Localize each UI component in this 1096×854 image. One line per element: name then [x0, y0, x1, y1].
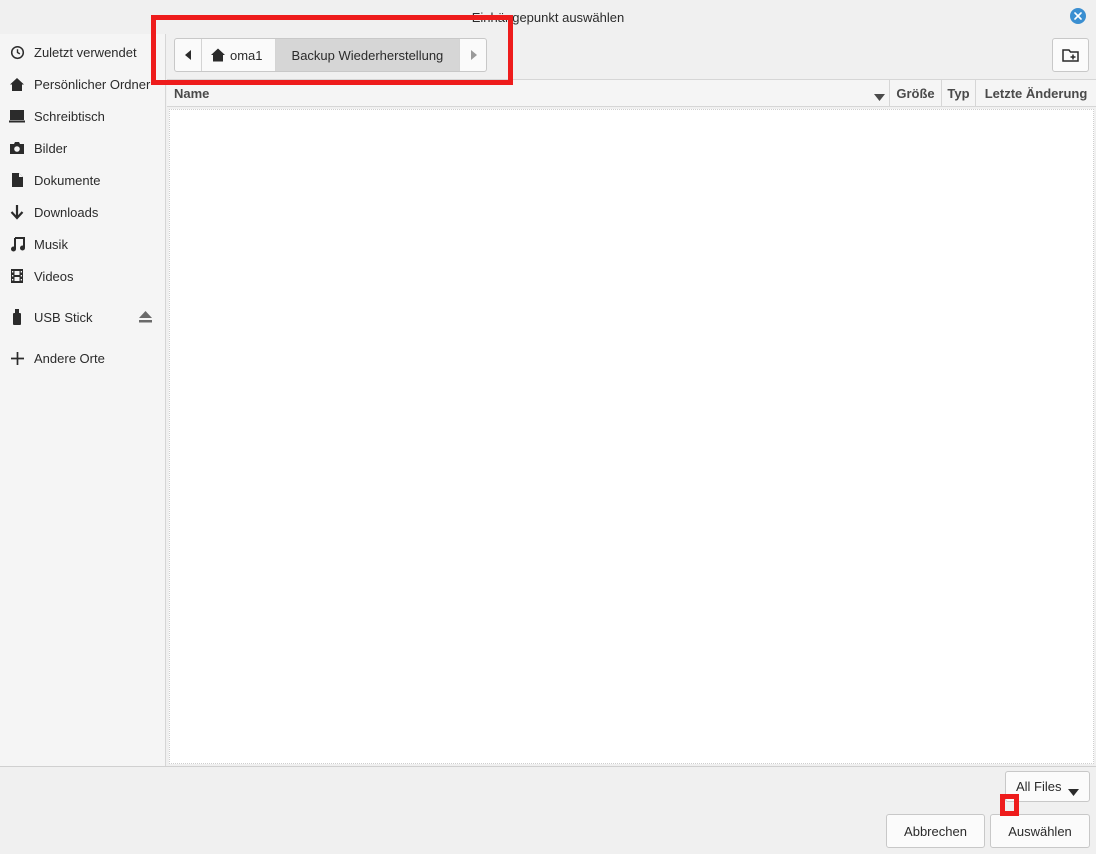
- usb-icon: [9, 308, 25, 325]
- sidebar-item-label: Schreibtisch: [34, 108, 105, 124]
- column-header-modified[interactable]: Letzte Änderung: [975, 80, 1096, 107]
- sidebar-item-label: Dokumente: [34, 172, 101, 188]
- title-bar: Einhängepunkt auswählen: [0, 0, 1096, 34]
- close-button[interactable]: [1070, 8, 1086, 24]
- path-segment-home[interactable]: oma1: [202, 39, 276, 71]
- column-header-name[interactable]: Name: [174, 80, 888, 107]
- sidebar-item-videos[interactable]: Videos: [0, 261, 166, 291]
- sidebar-item-label: Videos: [34, 268, 74, 284]
- file-filter-value: All Files: [1016, 779, 1062, 794]
- path-segment-label: oma1: [230, 47, 263, 63]
- path-bar: oma1 Backup Wiederherstellung: [174, 38, 488, 72]
- column-header-size[interactable]: Größe: [889, 80, 941, 107]
- sidebar-item-home[interactable]: Persönlicher Ordner: [0, 69, 166, 99]
- sidebar-item-label: Zuletzt verwendet: [34, 44, 137, 60]
- plus-icon: [9, 350, 25, 366]
- sidebar-item-pictures[interactable]: Bilder: [0, 133, 166, 163]
- home-icon: [9, 76, 25, 92]
- clock-icon: [9, 44, 25, 60]
- cancel-button-label: Abbrechen: [904, 823, 967, 839]
- home-icon: [210, 47, 226, 63]
- file-filter-dropdown[interactable]: All Files: [1005, 771, 1090, 802]
- eject-icon[interactable]: [138, 310, 152, 324]
- close-icon: [1074, 12, 1082, 20]
- sidebar-item-usb-stick[interactable]: USB Stick: [0, 302, 166, 332]
- sidebar-item-music[interactable]: Musik: [0, 229, 166, 259]
- window-title: Einhängepunkt auswählen: [471, 9, 625, 25]
- sidebar-item-downloads[interactable]: Downloads: [0, 197, 166, 227]
- path-segment-label: Backup Wiederherstellung: [291, 47, 444, 63]
- sidebar-item-label: Andere Orte: [34, 350, 105, 366]
- chevron-down-icon: [1068, 784, 1079, 799]
- sidebar-item-desktop[interactable]: Schreibtisch: [0, 101, 166, 131]
- download-icon: [9, 204, 25, 220]
- column-header-type[interactable]: Typ: [941, 80, 975, 107]
- sidebar-item-recent[interactable]: Zuletzt verwendet: [0, 37, 166, 67]
- document-icon: [9, 172, 25, 188]
- desktop-icon: [9, 108, 25, 124]
- sort-down-icon: [874, 89, 885, 104]
- new-folder-button[interactable]: [1052, 38, 1089, 72]
- sidebar-item-label: Persönlicher Ordner: [34, 76, 151, 92]
- path-segment-current[interactable]: Backup Wiederherstellung: [275, 39, 460, 71]
- column-label: Größe: [896, 86, 935, 101]
- chevron-right-icon: [470, 50, 477, 60]
- file-list-header: Name Größe Typ Letzte Änderung: [167, 79, 1096, 107]
- sidebar-item-other-locations[interactable]: Andere Orte: [0, 343, 166, 373]
- sidebar-item-label: Musik: [34, 236, 68, 252]
- new-folder-icon: [1061, 49, 1079, 62]
- select-button-label: Auswählen: [1008, 823, 1072, 839]
- camera-icon: [9, 140, 25, 156]
- sidebar-item-label: Downloads: [34, 204, 99, 220]
- music-icon: [9, 236, 25, 252]
- film-icon: [9, 268, 25, 284]
- column-label: Letzte Änderung: [984, 86, 1088, 101]
- select-button[interactable]: Auswählen: [990, 814, 1090, 848]
- sidebar-item-documents[interactable]: Dokumente: [0, 165, 166, 195]
- path-back-button[interactable]: [175, 39, 202, 71]
- path-forward-button[interactable]: [459, 39, 486, 71]
- footer-divider: [0, 766, 1096, 767]
- sidebar-item-label: Bilder: [34, 140, 68, 156]
- sidebar-item-label: USB Stick: [34, 309, 93, 325]
- cancel-button[interactable]: Abbrechen: [886, 814, 985, 848]
- places-sidebar: Zuletzt verwendet Persönlicher Ordner Sc…: [0, 34, 166, 766]
- column-label: Typ: [947, 86, 970, 101]
- file-list[interactable]: [169, 109, 1094, 764]
- column-label: Name: [174, 86, 210, 101]
- chevron-left-icon: [184, 50, 191, 60]
